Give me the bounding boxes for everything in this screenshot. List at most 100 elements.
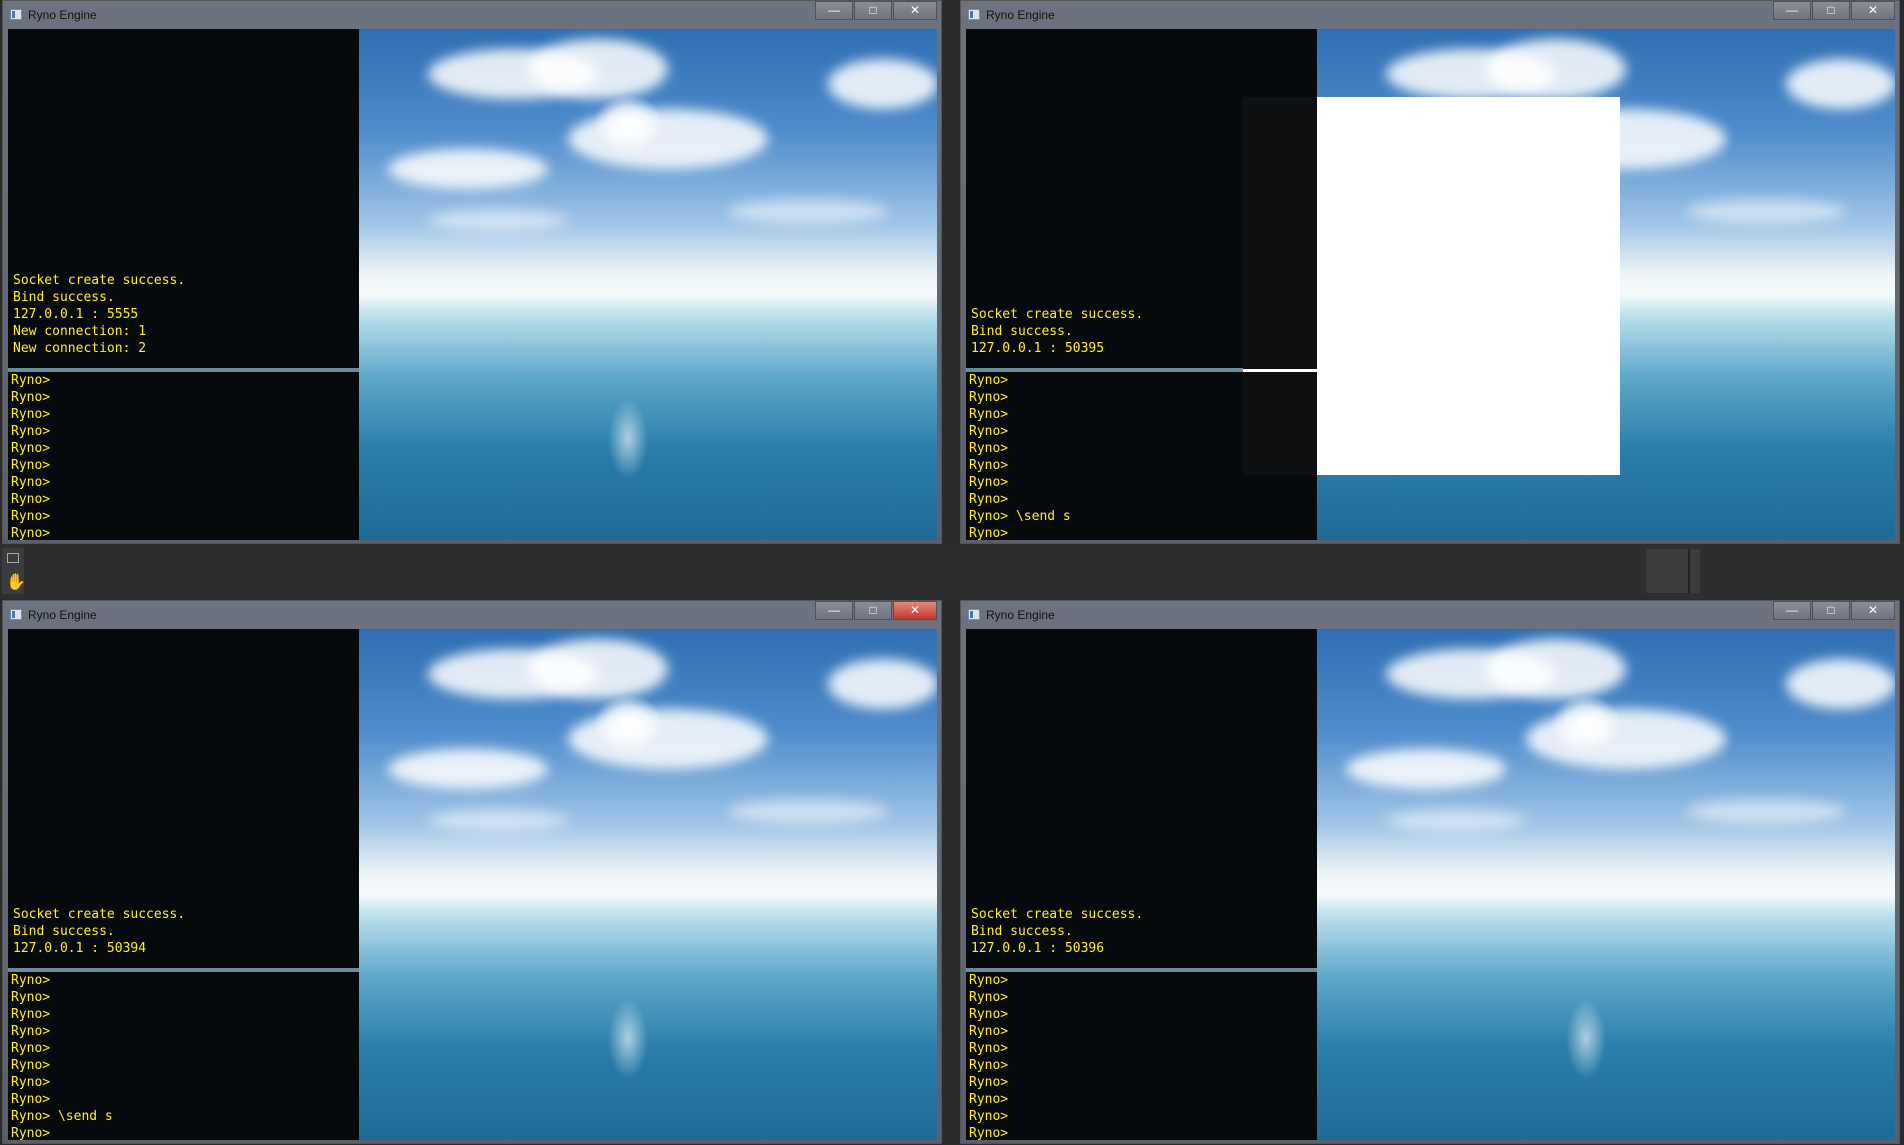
console-prompt-line[interactable]: Ryno> <box>11 1074 113 1091</box>
console-prompt-line[interactable]: Ryno> <box>969 457 1071 474</box>
console-log-line: 127.0.0.1 : 50394 <box>13 941 147 956</box>
console-prompt-line[interactable]: Ryno> <box>969 525 1071 540</box>
console-prompt-line[interactable]: Ryno> <box>11 491 50 508</box>
console-log-line: New connection: 2 <box>13 341 147 356</box>
console-prompt-line[interactable]: Ryno> <box>11 989 113 1006</box>
cloud <box>728 799 888 824</box>
console-prompt-line[interactable]: Ryno> <box>969 989 1008 1006</box>
window-title: Ryno Engine <box>28 608 97 622</box>
cloud <box>728 199 888 224</box>
console-prompt-line[interactable]: Ryno> <box>969 1074 1008 1091</box>
title-bar[interactable]: Ryno Engine — □ ✕ <box>961 601 1899 629</box>
console-prompt-line[interactable]: Ryno> <box>11 1125 113 1140</box>
title-bar[interactable]: Ryno Engine — □ ✕ <box>3 601 941 629</box>
minimize-button[interactable]: — <box>815 1 853 20</box>
console-prompt-line[interactable]: Ryno> <box>11 406 50 423</box>
console-prompt-line[interactable]: Ryno> <box>11 457 50 474</box>
console-prompt-line[interactable]: Ryno> <box>11 1057 113 1074</box>
cloud <box>388 149 548 189</box>
render-viewport[interactable]: Socket create success. Bind success. 127.0… <box>8 629 937 1140</box>
console-log-line: Socket create success. <box>971 907 1144 922</box>
console-prompt-line[interactable]: Ryno> <box>11 440 50 457</box>
maximize-button[interactable]: □ <box>854 601 892 620</box>
console-prompt-line[interactable]: Ryno> <box>969 389 1071 406</box>
console-prompt-line[interactable]: Ryno> <box>11 1006 113 1023</box>
app-window-icon <box>10 9 22 20</box>
console-prompt-line[interactable]: Ryno> <box>969 972 1008 989</box>
close-button[interactable]: ✕ <box>1851 601 1895 620</box>
cloud <box>1386 809 1526 831</box>
console-prompt-line[interactable]: Ryno> <box>969 1023 1008 1040</box>
close-button[interactable]: ✕ <box>1851 1 1895 20</box>
close-button[interactable]: ✕ <box>893 601 937 620</box>
console-separator <box>8 368 359 372</box>
cloud <box>828 659 937 709</box>
cloud <box>1486 639 1626 699</box>
console-prompt-line[interactable]: Ryno> <box>11 474 50 491</box>
console-prompt-line[interactable]: Ryno> <box>969 406 1071 423</box>
minimize-button[interactable]: — <box>815 601 853 620</box>
title-bar[interactable]: Ryno Engine — □ ✕ <box>3 1 941 29</box>
console-prompt-line[interactable]: Ryno> \send s <box>969 508 1071 525</box>
console-prompt-line[interactable]: Ryno> <box>969 1040 1008 1057</box>
hand-tool-icon[interactable]: ✋ <box>6 572 26 592</box>
minimize-button[interactable]: — <box>1773 1 1811 20</box>
console-prompt-line[interactable]: Ryno> <box>969 491 1071 508</box>
console-panel[interactable]: Socket create success. Bind success. 127.0… <box>8 629 359 1140</box>
cloud <box>1486 39 1626 99</box>
render-viewport[interactable]: Socket create success. Bind success. 127.0… <box>8 29 937 540</box>
console-prompt-line[interactable]: Ryno> <box>969 474 1071 491</box>
cloud <box>428 809 568 831</box>
console-prompt-area[interactable]: Ryno> Ryno> Ryno> Ryno> Ryno> Ryno> Ryno> Ryno>… <box>11 972 113 1140</box>
console-log: Socket create success. Bind success. 127.0… <box>971 906 1143 957</box>
console-prompt-line[interactable]: Ryno> <box>969 440 1071 457</box>
window-controls: — □ ✕ <box>815 601 937 620</box>
ryno-window-4[interactable]: Ryno Engine — □ ✕ Socket create success. Bind… <box>960 600 1900 1144</box>
console-prompt-line[interactable]: Ryno> <box>969 1006 1008 1023</box>
console-log-line: Bind success. <box>971 324 1073 339</box>
console-prompt-line[interactable]: Ryno> <box>11 1040 113 1057</box>
render-viewport[interactable]: Socket create success. Bind success. 127.0… <box>966 629 1895 1140</box>
console-panel[interactable]: Socket create success. Bind success. 127.0… <box>966 629 1317 1140</box>
console-prompt-line[interactable]: Ryno> <box>11 389 50 406</box>
tool-palette[interactable]: ✋ <box>2 548 26 594</box>
close-button[interactable]: ✕ <box>893 1 937 20</box>
window-title: Ryno Engine <box>986 8 1055 22</box>
console-prompt-area[interactable]: Ryno> Ryno> Ryno> Ryno> Ryno> Ryno> Ryno> Ryno>… <box>969 972 1008 1140</box>
maximize-button[interactable]: □ <box>1812 1 1850 20</box>
console-prompt-line[interactable]: Ryno> <box>969 372 1071 389</box>
cloud <box>388 749 548 789</box>
console-log-line: New connection: 1 <box>13 324 147 339</box>
console-prompt-line[interactable]: Ryno> <box>969 423 1071 440</box>
console-prompt-line[interactable]: Ryno> <box>969 1108 1008 1125</box>
console-prompt-line[interactable]: Ryno> <box>11 525 50 540</box>
console-prompt-line[interactable]: Ryno> <box>11 1023 113 1040</box>
console-prompt-line[interactable]: Ryno> <box>11 423 50 440</box>
maximize-button[interactable]: □ <box>1812 601 1850 620</box>
window-controls: — □ ✕ <box>815 1 937 20</box>
ryno-window-2[interactable]: Ryno Engine — □ ✕ Socket create success. Bind… <box>960 0 1900 544</box>
console-prompt-line[interactable]: Ryno> <box>11 972 113 989</box>
console-log-line: 127.0.0.1 : 5555 <box>13 307 139 322</box>
console-prompt-line[interactable]: Ryno> <box>969 1057 1008 1074</box>
console-prompt-line[interactable]: Ryno> \send s <box>11 1108 113 1125</box>
sun <box>593 694 663 754</box>
console-panel[interactable]: Socket create success. Bind success. 127.0… <box>8 29 359 540</box>
console-prompt-line[interactable]: Ryno> <box>11 1091 113 1108</box>
console-separator <box>966 968 1317 972</box>
console-prompt-line[interactable]: Ryno> <box>11 508 50 525</box>
console-prompt-line[interactable]: Ryno> <box>11 372 50 389</box>
ryno-window-3[interactable]: Ryno Engine — □ ✕ Socket create success. Bind… <box>2 600 942 1144</box>
console-prompt-line[interactable]: Ryno> <box>969 1125 1008 1140</box>
marquee-tool-icon[interactable] <box>7 553 19 563</box>
title-bar[interactable]: Ryno Engine — □ ✕ <box>961 1 1899 29</box>
render-viewport[interactable]: Socket create success. Bind success. 127.0… <box>966 29 1895 540</box>
console-prompt-line[interactable]: Ryno> <box>969 1091 1008 1108</box>
console-prompt-area[interactable]: Ryno> Ryno> Ryno> Ryno> Ryno> Ryno> Ryno> Ryno>… <box>11 372 50 540</box>
cloud <box>1786 59 1895 109</box>
maximize-button[interactable]: □ <box>854 1 892 20</box>
ryno-window-1[interactable]: Ryno Engine — □ ✕ Socket create success. Bind… <box>2 0 942 544</box>
minimize-button[interactable]: — <box>1773 601 1811 620</box>
console-prompt-area[interactable]: Ryno> Ryno> Ryno> Ryno> Ryno> Ryno> Ryno> Ryno>… <box>969 372 1071 540</box>
cloud <box>1686 199 1846 224</box>
